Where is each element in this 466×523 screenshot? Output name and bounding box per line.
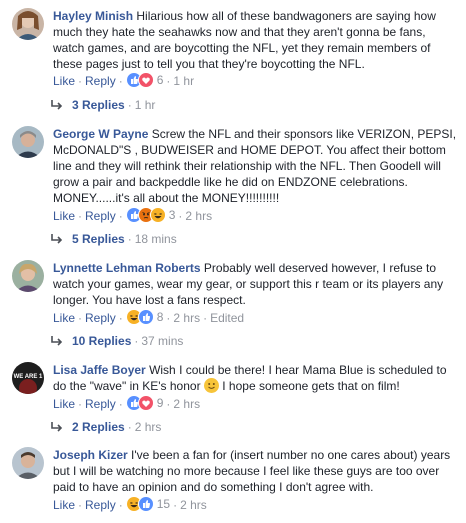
comment-body: Hayley Minish Hilarious how all of these… [53, 8, 458, 72]
separator: · [78, 209, 83, 223]
comment-meta: Like · Reply · 3 · 2 hrs [53, 207, 212, 223]
separator: · [78, 311, 83, 325]
comment-author[interactable]: Lynnette Lehman Roberts [53, 261, 201, 275]
love-icon [137, 395, 154, 411]
comment-meta: Like · Reply · 9 · 2 hrs [53, 395, 200, 411]
reply-arrow-icon [50, 335, 64, 351]
replies-time: 18 mins [134, 232, 177, 246]
timestamp[interactable]: 2 hrs [180, 498, 207, 512]
reply-arrow-icon [50, 233, 64, 249]
replies-count[interactable]: 10 Replies [72, 334, 131, 348]
reply-button[interactable]: Reply [85, 498, 116, 512]
separator: · [134, 334, 139, 348]
comment-meta: Like · Reply · 8 · 2 hrs · Edited [53, 309, 244, 325]
reply-button[interactable]: Reply [85, 74, 116, 88]
separator: · [118, 397, 123, 411]
avatar-image: WE ARE 1 [12, 362, 44, 394]
replies-time: 1 hr [134, 98, 156, 112]
timestamp[interactable]: 2 hrs [173, 397, 200, 411]
avatar-text: WE ARE 1 [14, 374, 43, 380]
replies-link[interactable]: 5 Replies · 18 mins [50, 231, 177, 247]
comment-author[interactable]: Hayley Minish [53, 9, 133, 23]
timestamp[interactable]: 2 hrs [173, 311, 200, 325]
avatar-image [12, 260, 44, 292]
replies-link[interactable]: 2 Replies · 2 hrs [50, 419, 161, 435]
comment-body: George W Payne Screw the NFL and their s… [53, 126, 458, 206]
avatar[interactable] [12, 447, 44, 479]
timestamp[interactable]: 2 hrs [185, 209, 212, 223]
separator: · [166, 311, 171, 325]
separator: · [203, 311, 208, 325]
avatar[interactable] [12, 8, 44, 40]
comment-meta: Like · Reply · 6 · 1 hr [53, 72, 194, 88]
like-button[interactable]: Like [53, 74, 75, 88]
separator: · [166, 397, 171, 411]
like-icon [137, 309, 154, 325]
comment-body: Lynnette Lehman Roberts Probably well de… [53, 260, 458, 308]
separator: · [127, 420, 132, 434]
separator: · [118, 74, 123, 88]
like-button[interactable]: Like [53, 498, 75, 512]
edited-label[interactable]: Edited [210, 311, 244, 325]
reply-arrow-icon [50, 421, 64, 437]
replies-time: 2 hrs [134, 420, 162, 434]
separator: · [127, 232, 132, 246]
separator: · [173, 498, 178, 512]
comment-body: Joseph Kizer I've been a fan for (insert… [53, 447, 458, 495]
reply-arrow-icon [50, 99, 64, 115]
separator: · [78, 74, 83, 88]
reply-button[interactable]: Reply [85, 397, 116, 411]
smile-emoji-icon [203, 378, 219, 393]
reactions[interactable]: 6 [125, 72, 163, 88]
replies-time: 37 mins [141, 334, 184, 348]
like-icon [137, 496, 154, 512]
comment-author[interactable]: Lisa Jaffe Boyer [53, 363, 146, 377]
separator: · [78, 397, 83, 411]
love-icon [137, 72, 154, 88]
avatar[interactable] [12, 260, 44, 292]
replies-link[interactable]: 3 Replies · 1 hr [50, 97, 155, 113]
replies-count[interactable]: 2 Replies [72, 420, 125, 434]
comment-author[interactable]: Joseph Kizer [53, 448, 128, 462]
reactions[interactable]: 15 [125, 496, 171, 512]
reaction-count: 15 [156, 497, 171, 511]
timestamp[interactable]: 1 hr [173, 74, 194, 88]
comment-body: Lisa Jaffe Boyer Wish I could be there! … [53, 362, 458, 394]
avatar-image [12, 8, 44, 40]
reactions[interactable]: 8 [125, 309, 163, 325]
like-button[interactable]: Like [53, 397, 75, 411]
like-button[interactable]: Like [53, 209, 75, 223]
separator: · [166, 74, 171, 88]
comment-meta: Like · Reply · 15 · 2 hrs [53, 496, 207, 512]
like-button[interactable]: Like [53, 311, 75, 325]
separator: · [118, 498, 123, 512]
replies-count[interactable]: 5 Replies [72, 232, 125, 246]
separator: · [127, 98, 132, 112]
separator: · [118, 311, 123, 325]
avatar[interactable]: WE ARE 1 [12, 362, 44, 394]
reactions[interactable]: 3 [125, 207, 175, 223]
replies-count[interactable]: 3 Replies [72, 98, 125, 112]
reply-button[interactable]: Reply [85, 209, 116, 223]
replies-link[interactable]: 10 Replies · 37 mins [50, 333, 183, 349]
haha-icon [149, 207, 166, 223]
reactions[interactable]: 9 [125, 395, 163, 411]
separator: · [118, 209, 123, 223]
avatar-image [12, 447, 44, 479]
separator: · [178, 209, 183, 223]
avatar-image [12, 126, 44, 158]
comment-author[interactable]: George W Payne [53, 127, 148, 141]
comment-text-end: I hope someone gets that on film! [222, 379, 400, 393]
avatar[interactable] [12, 126, 44, 158]
separator: · [78, 498, 83, 512]
reply-button[interactable]: Reply [85, 311, 116, 325]
